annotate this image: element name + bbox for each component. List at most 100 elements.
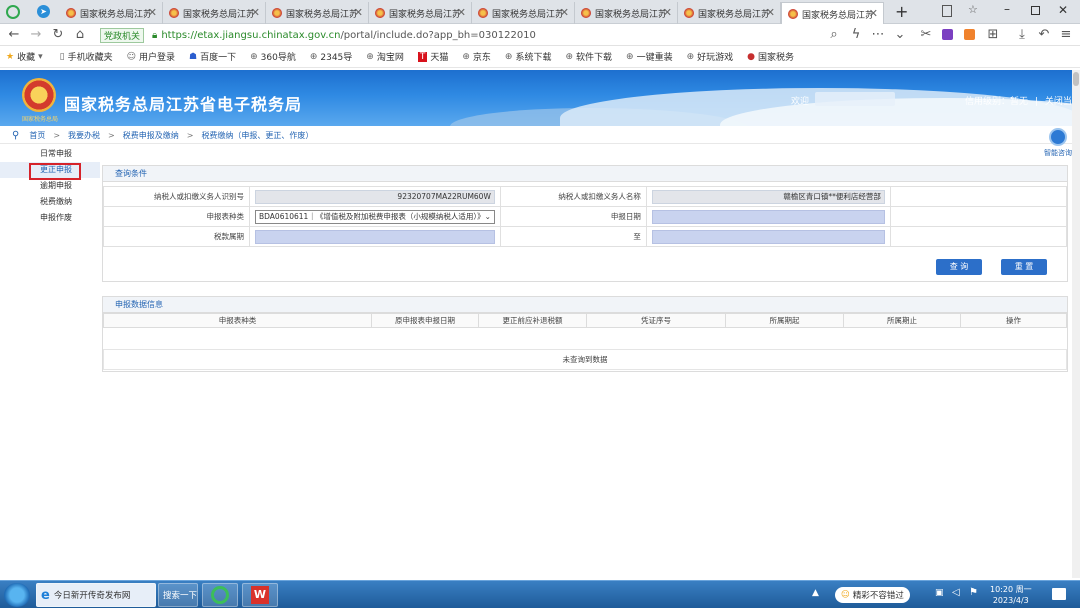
breadcrumb-home[interactable]: 首页 (29, 130, 45, 141)
breadcrumb-separator: > (108, 130, 115, 140)
smart-consult-button[interactable]: 智能咨询 (1040, 128, 1076, 162)
taskbar-clock[interactable]: 10:20 周一 2023/4/3 (990, 584, 1032, 606)
bookmark-item[interactable]: ⊕ 京东 (462, 50, 491, 64)
browser-tab[interactable]: 国家税务总局江苏 ✕ (678, 2, 781, 24)
close-window-icon[interactable]: ✕ (1058, 3, 1068, 17)
back-icon[interactable]: ← (6, 27, 22, 42)
side-menu-item-void[interactable]: 申报作废 (0, 210, 100, 226)
vertical-scrollbar[interactable] (1072, 70, 1080, 578)
tray-notification[interactable]: ☺ 精彩不容错过 (835, 587, 910, 603)
game-icon[interactable] (964, 29, 975, 40)
scrollbar-thumb[interactable] (1073, 72, 1079, 86)
tax-emblem-icon (375, 8, 385, 18)
tax-period-end-input[interactable] (651, 229, 885, 244)
bookmark-item[interactable]: ⊕ 好玩游戏 (687, 50, 734, 64)
tax-period-start-input[interactable] (255, 229, 495, 244)
close-tab-icon[interactable]: ✕ (869, 7, 878, 20)
phone-icon: ▯ (59, 51, 65, 62)
browser-tab-active[interactable]: 国家税务总局江苏 ✕ (781, 2, 884, 25)
bookmark-item[interactable]: ⊕ 软件下载 (565, 50, 612, 64)
bookmark-item[interactable]: ⊕ 360导航 (250, 50, 296, 64)
side-menu-item-payment[interactable]: 税费缴纳 (0, 194, 100, 210)
close-tab-icon[interactable]: ✕ (148, 6, 157, 19)
close-tab-icon[interactable]: ✕ (354, 6, 363, 19)
search-icon[interactable]: ⌕ (826, 27, 842, 42)
results-header-row: 申报表种类 原申报表申报日期 更正前应补退税额 凭证序号 所属期起 所属期止 操… (103, 313, 1067, 328)
smile-icon: ☺ (841, 590, 850, 600)
url-field[interactable]: 党政机关 🔒︎ https://etax.jiangsu.chinatax.go… (100, 27, 536, 43)
volume-icon[interactable]: ◁ (952, 587, 960, 598)
breadcrumb-item[interactable]: 税费申报及缴纳 (123, 130, 179, 141)
browser-tab[interactable]: 国家税务总局江苏 ✕ (60, 2, 163, 24)
bookmark-favorites[interactable]: ★ 收藏 ▾ (6, 50, 46, 64)
star-icon: ★ (6, 51, 15, 62)
taskbar-wps-app[interactable]: W (242, 583, 278, 607)
restore-icon[interactable] (1031, 6, 1040, 15)
tax-emblem-icon (272, 8, 282, 18)
bookmark-item[interactable]: ⊕ 一键重装 (626, 50, 673, 64)
browser-tab[interactable]: 国家税务总局江苏 ✕ (472, 2, 575, 24)
headset-icon (1049, 128, 1067, 146)
chevron-down-icon[interactable]: ⌄ (892, 27, 908, 42)
new-tab-button[interactable]: + (895, 2, 908, 21)
bookmark-item[interactable]: ● 国家税务 (747, 50, 794, 64)
taxpayer-name-field: 赣榆区青口镇**便利店经营部 (651, 189, 885, 204)
tray-up-arrow-icon[interactable]: ▲ (812, 588, 819, 598)
globe-icon: ⊕ (462, 51, 470, 62)
breadcrumb-separator: > (186, 130, 194, 140)
tab-menu-icon[interactable] (942, 5, 952, 17)
telegram-icon[interactable]: ➤ (37, 5, 50, 18)
globe-icon: ⊕ (250, 51, 258, 62)
bookmark-item[interactable]: ⊕ 2345导 (310, 50, 352, 64)
bookmark-item[interactable]: ☺ 用户登录 (127, 50, 175, 64)
close-tab-icon[interactable]: ✕ (766, 6, 775, 19)
taxpayer-id-field: 92320707MA22RUM60W (255, 189, 495, 204)
network-icon[interactable]: ▣ (935, 588, 944, 598)
browser-logo-icon[interactable] (6, 5, 20, 19)
lightning-icon[interactable]: ϟ (848, 27, 864, 42)
close-tab-icon[interactable]: ✕ (663, 6, 672, 19)
taskbar-ie-item[interactable]: e 今日新开传奇发布网 (36, 583, 156, 607)
menu-icon[interactable]: ≡ (1058, 27, 1074, 42)
breadcrumb-item[interactable]: 我要办税 (68, 130, 100, 141)
scissors-icon[interactable]: ✂ (918, 27, 934, 42)
start-button[interactable] (4, 583, 30, 607)
close-tab-icon[interactable]: ✕ (560, 6, 569, 19)
form-type-select[interactable]: BDA0610611｜《增值税及附加税费申报表（小规模纳税人适用）》 ⌄ (255, 209, 495, 224)
close-tab-icon[interactable]: ✕ (457, 6, 466, 19)
browser-tab[interactable]: 国家税务总局江苏 ✕ (575, 2, 678, 24)
browser-tab-bar: ➤ 国家税务总局江苏 ✕ 国家税务总局江苏 ✕ 国家税务总局江苏 ✕ 国家税务总局江苏… (0, 0, 1080, 25)
declare-date-input[interactable] (651, 209, 885, 224)
bookmark-item[interactable]: ☗ 百度一下 (189, 50, 236, 64)
download-icon[interactable]: ⤓ (1014, 27, 1030, 42)
refresh-icon[interactable]: ↻ (50, 27, 66, 42)
more-icon[interactable]: ⋯ (870, 27, 886, 42)
browser-tab[interactable]: 国家税务总局江苏 ✕ (266, 2, 369, 24)
bookmark-item[interactable]: T 天猫 (417, 50, 448, 63)
bookmark-item[interactable]: ⊕ 系统下载 (505, 50, 552, 64)
skin-icon[interactable]: ☆ (968, 3, 978, 16)
apps-grid-icon[interactable]: ⊞ (985, 27, 1001, 42)
tax-emblem-icon (478, 8, 488, 18)
query-panel-title: 查询条件 (103, 166, 1067, 182)
flag-icon[interactable]: ⚑ (969, 587, 978, 598)
forward-icon[interactable]: → (28, 27, 44, 42)
browser-tab[interactable]: 国家税务总局江苏 ✕ (369, 2, 472, 24)
home-icon[interactable]: ⌂ (72, 27, 88, 42)
taskbar-search-button[interactable]: 搜索一下 (158, 583, 198, 607)
side-menu-item-daily[interactable]: 日常申报 (0, 146, 100, 162)
undo-icon[interactable]: ↶ (1036, 27, 1052, 42)
minimize-icon[interactable]: – (1004, 2, 1010, 16)
action-center-icon[interactable] (1052, 588, 1066, 600)
close-tab-icon[interactable]: ✕ (251, 6, 260, 19)
reset-button[interactable]: 重 置 (1001, 259, 1047, 275)
bookmarks-bar: ★ 收藏 ▾ ▯ 手机收藏夹 ☺ 用户登录 ☗ 百度一下 ⊕ 360导航 ⊕ 2345导 ⊕ 淘… (0, 46, 1080, 68)
bookmark-item[interactable]: ▯ 手机收藏夹 (59, 50, 113, 64)
browser-tab[interactable]: 国家税务总局江苏 ✕ (163, 2, 266, 24)
extension-icon[interactable] (942, 29, 953, 40)
query-button[interactable]: 查 询 (936, 259, 982, 275)
bookmark-item[interactable]: ⊕ 淘宝网 (366, 50, 404, 64)
credit-level-link[interactable]: 信用级别：暂无 (965, 97, 1028, 107)
taskbar-browser-app[interactable] (202, 583, 238, 607)
side-menu-item-overdue[interactable]: 逾期申报 (0, 178, 100, 194)
